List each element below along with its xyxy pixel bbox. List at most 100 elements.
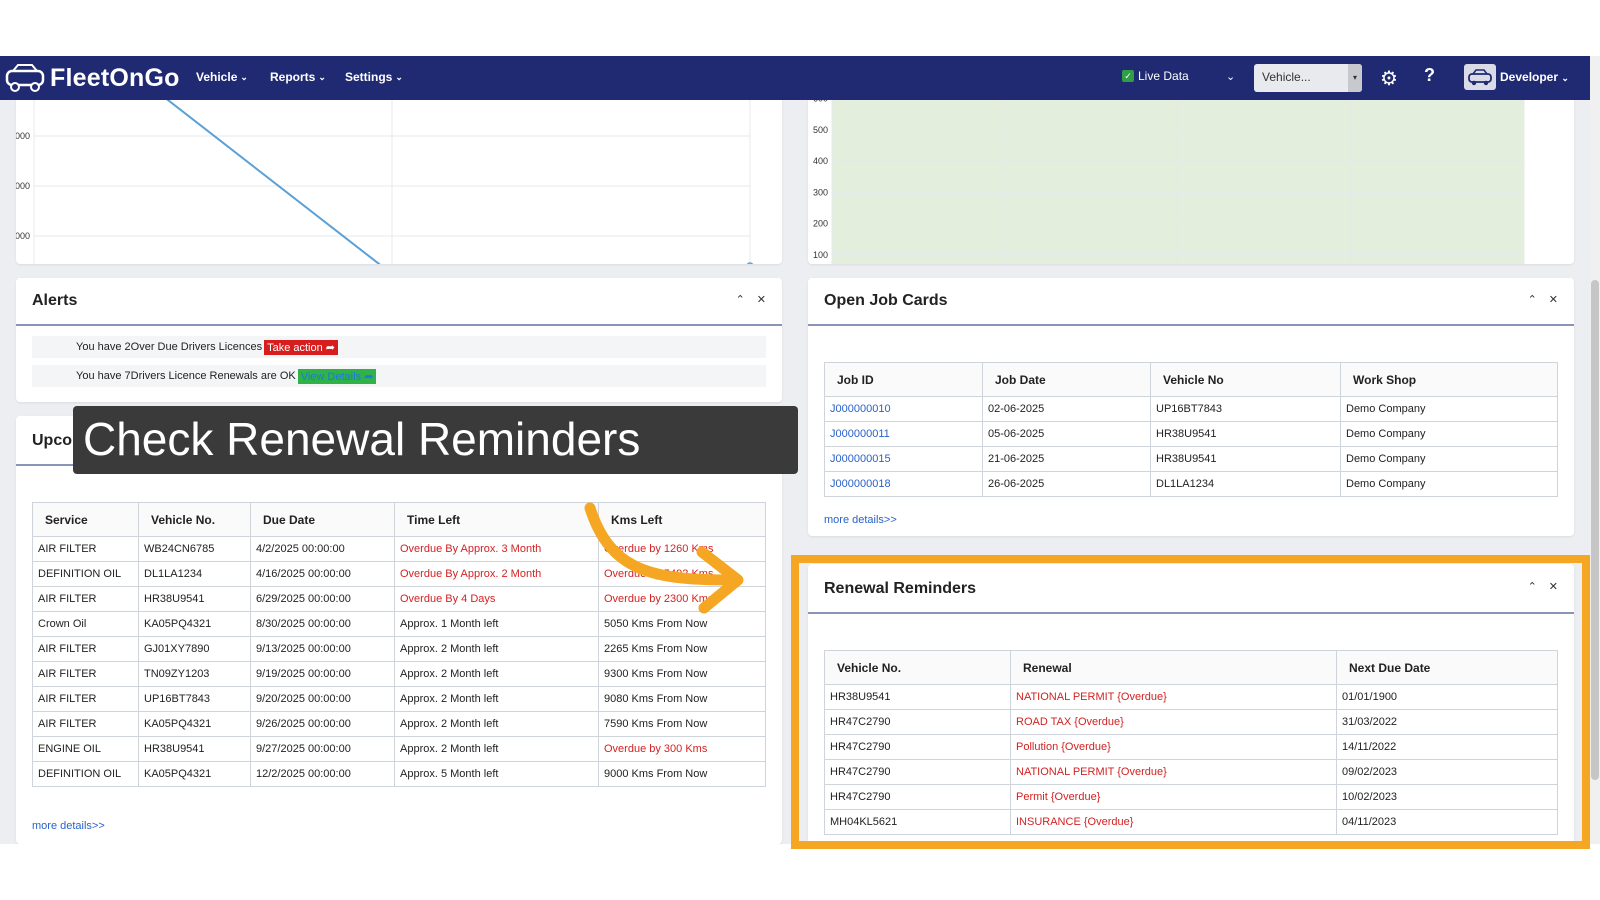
table-cell: HR47C2790 <box>824 784 1011 810</box>
table-cell: AIR FILTER <box>32 586 139 612</box>
renewal-table-body: HR38U9541 NATIONAL PERMIT {Overdue} 01/01/… <box>824 684 1558 835</box>
table-cell: 26-06-2025 <box>982 471 1151 497</box>
table-cell: Demo Company <box>1340 471 1558 497</box>
table-row[interactable]: AIR FILTER UP16BT7843 9/20/2025 00:00:00 Ap… <box>32 686 766 712</box>
table-cell: 12/2/2025 00:00:00 <box>250 761 395 787</box>
table-cell: Approx. 2 Month left <box>394 736 599 762</box>
help-icon[interactable]: ? <box>1424 65 1435 86</box>
table-cell: 21-06-2025 <box>982 446 1151 472</box>
table-row[interactable]: J000000018 26-06-2025 DL1LA1234 Demo Compan… <box>824 471 1558 497</box>
collapse-icon[interactable]: ⌃ <box>736 293 745 306</box>
table-cell: HR38U9541 <box>824 684 1011 710</box>
table-cell: AIR FILTER <box>32 536 139 562</box>
table-cell: AIR FILTER <box>32 636 139 662</box>
y-tick-label: 10000 <box>16 181 30 191</box>
table-cell: TN09ZY1203 <box>138 661 251 687</box>
table-row[interactable]: DEFINITION OIL KA05PQ4321 12/2/2025 00:00:… <box>32 761 766 787</box>
column-header[interactable]: Renewal <box>1010 650 1337 685</box>
vehicle-select[interactable]: Vehicle... ▾ <box>1254 64 1362 92</box>
table-row[interactable]: HR38U9541 NATIONAL PERMIT {Overdue} 01/01/… <box>824 684 1558 710</box>
column-header[interactable]: Time Left <box>394 502 599 537</box>
table-row[interactable]: HR47C2790 Permit {Overdue} 10/02/2023 <box>824 784 1558 810</box>
menu-vehicle[interactable]: Vehicle ⌄ <box>196 70 248 84</box>
live-data-label: Live Data <box>1138 69 1189 83</box>
panel-divider <box>808 324 1574 326</box>
table-cell: 04/11/2023 <box>1336 809 1558 835</box>
column-header[interactable]: Job Date <box>982 362 1151 397</box>
table-cell: KA05PQ4321 <box>138 711 251 737</box>
avatar[interactable] <box>1464 64 1496 90</box>
table-row[interactable]: HR47C2790 Pollution {Overdue} 14/11/2022 <box>824 734 1558 760</box>
table-row[interactable]: MH04KL5621 INSURANCE {Overdue} 04/11/2023 <box>824 809 1558 835</box>
menu-reports[interactable]: Reports ⌄ <box>270 70 326 84</box>
view-details-label: View Details <box>300 370 362 383</box>
table-cell: HR38U9541 <box>138 586 251 612</box>
column-header[interactable]: Vehicle No <box>1150 362 1341 397</box>
close-icon[interactable]: ✕ <box>757 293 766 306</box>
column-header[interactable]: Vehicle No. <box>138 502 251 537</box>
take-action-button[interactable]: Take action ➦ <box>264 339 339 355</box>
table-cell: 6/29/2025 00:00:00 <box>250 586 395 612</box>
column-header[interactable]: Service <box>32 502 139 537</box>
alert-text: You have 7Drivers Licence Renewals are O… <box>76 370 296 382</box>
collapse-icon[interactable]: ⌃ <box>1528 580 1537 593</box>
y-tick-label: 500 <box>813 125 828 135</box>
table-cell[interactable]: J000000010 <box>824 396 983 422</box>
table-cell: UP16BT7843 <box>138 686 251 712</box>
table-cell: 4/2/2025 00:00:00 <box>250 536 395 562</box>
table-row[interactable]: J000000010 02-06-2025 UP16BT7843 Demo Compa… <box>824 396 1558 422</box>
column-header[interactable]: Next Due Date <box>1336 650 1558 685</box>
table-row[interactable]: AIR FILTER GJ01XY7890 9/13/2025 00:00:00 Ap… <box>32 636 766 662</box>
column-header[interactable]: Work Shop <box>1340 362 1558 397</box>
more-details-link[interactable]: more details>> <box>824 514 897 526</box>
close-icon[interactable]: ✕ <box>1549 293 1558 306</box>
table-row[interactable]: AIR FILTER TN09ZY1203 9/19/2025 00:00:00 Ap… <box>32 661 766 687</box>
alert-row: You have 7Drivers Licence Renewals are O… <box>32 365 766 387</box>
table-cell: HR38U9541 <box>1150 421 1341 447</box>
car-avatar-icon <box>1468 69 1492 86</box>
table-row[interactable]: AIR FILTER KA05PQ4321 9/26/2025 00:00:00 Ap… <box>32 711 766 737</box>
table-cell[interactable]: J000000015 <box>824 446 983 472</box>
close-icon[interactable]: ✕ <box>1549 580 1558 593</box>
table-cell: Approx. 1 Month left <box>394 611 599 637</box>
table-cell: 7590 Kms From Now <box>598 711 766 737</box>
live-data-toggle[interactable]: ✓ Live Data <box>1122 69 1189 83</box>
column-header[interactable]: Due Date <box>250 502 395 537</box>
table-cell[interactable]: J000000018 <box>824 471 983 497</box>
view-details-button[interactable]: View Details ➦ <box>297 368 377 384</box>
chevron-down-icon: ⌄ <box>318 71 326 82</box>
table-cell: DEFINITION OIL <box>32 561 139 587</box>
user-menu[interactable]: Developer ⌄ <box>1500 70 1569 84</box>
checkbox-icon[interactable]: ✓ <box>1122 70 1134 82</box>
renewal-reminders-panel: Renewal Reminders ⌃ ✕ Vehicle No. Renewal… <box>808 564 1574 844</box>
collapse-icon[interactable]: ⌃ <box>1528 293 1537 306</box>
table-cell: Crown Oil <box>32 611 139 637</box>
logo-text: FleetOnGo <box>50 63 180 92</box>
more-details-link[interactable]: more details>> <box>32 820 105 832</box>
table-row[interactable]: J000000015 21-06-2025 HR38U9541 Demo Compan… <box>824 446 1558 472</box>
job-cards-table-body: J000000010 02-06-2025 UP16BT7843 Demo Compa… <box>824 396 1558 497</box>
truck-logo-icon <box>5 64 45 92</box>
table-row[interactable]: HR47C2790 ROAD TAX {Overdue} 31/03/2022 <box>824 709 1558 735</box>
app-logo[interactable]: FleetOnGo <box>4 60 180 96</box>
table-cell: 9300 Kms From Now <box>598 661 766 687</box>
vehicle-select-value: Vehicle... <box>1262 70 1311 84</box>
table-row[interactable]: HR47C2790 NATIONAL PERMIT {Overdue} 09/02/… <box>824 759 1558 785</box>
table-cell: 14/11/2022 <box>1336 734 1558 760</box>
scrollbar-thumb[interactable] <box>1591 280 1599 780</box>
table-cell: HR47C2790 <box>824 709 1011 735</box>
table-cell: Permit {Overdue} <box>1010 784 1337 810</box>
table-header-row: Vehicle No. Renewal Next Due Date <box>824 650 1558 685</box>
table-cell: 9/27/2025 00:00:00 <box>250 736 395 762</box>
table-row[interactable]: J000000011 05-06-2025 HR38U9541 Demo Compan… <box>824 421 1558 447</box>
menu-settings[interactable]: Settings ⌄ <box>345 70 403 84</box>
table-row[interactable]: ENGINE OIL HR38U9541 9/27/2025 00:00:00 App… <box>32 736 766 762</box>
chevron-down-icon[interactable]: ⌄ <box>1226 70 1235 83</box>
column-header[interactable]: Vehicle No. <box>824 650 1011 685</box>
table-cell[interactable]: J000000011 <box>824 421 983 447</box>
table-cell: AIR FILTER <box>32 686 139 712</box>
y-tick-label: 400 <box>813 156 828 166</box>
gear-icon[interactable]: ⚙ <box>1380 66 1398 91</box>
table-cell: NATIONAL PERMIT {Overdue} <box>1010 684 1337 710</box>
column-header[interactable]: Job ID <box>824 362 983 397</box>
